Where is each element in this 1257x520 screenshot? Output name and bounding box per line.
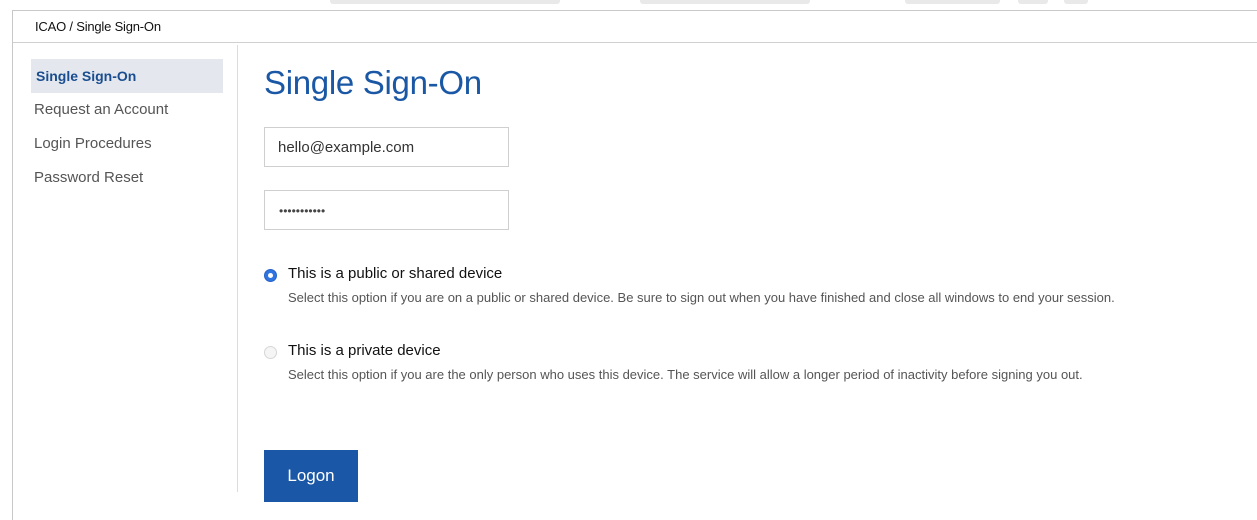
public-device-label[interactable]: This is a public or shared device xyxy=(288,265,502,282)
cropped-header-remnant xyxy=(640,0,810,4)
password-field[interactable]: ••••••••••• xyxy=(264,190,509,230)
cropped-header-remnant xyxy=(905,0,1000,4)
public-device-description: Select this option if you are on a publi… xyxy=(288,290,1115,305)
breadcrumb-bar: ICAO / Single Sign-On xyxy=(13,11,1257,43)
sidebar-divider xyxy=(237,45,238,492)
sidebar-item-request-an-account[interactable]: Request an Account xyxy=(31,93,223,127)
sidebar-item-label: Single Sign-On xyxy=(36,68,137,84)
email-field[interactable] xyxy=(264,127,509,167)
cropped-header-remnant xyxy=(1018,0,1048,4)
private-device-label[interactable]: This is a private device xyxy=(288,342,441,359)
page: ICAO / Single Sign-On Single Sign-On Req… xyxy=(0,0,1257,520)
public-device-radio[interactable] xyxy=(264,269,277,282)
private-device-radio[interactable] xyxy=(264,346,277,359)
sidebar-item-single-sign-on[interactable]: Single Sign-On xyxy=(31,59,223,93)
sidebar-item-password-reset[interactable]: Password Reset xyxy=(31,161,223,195)
password-masked-value: ••••••••••• xyxy=(279,204,326,218)
breadcrumb: ICAO / Single Sign-On xyxy=(35,19,161,34)
page-frame: ICAO / Single Sign-On Single Sign-On Req… xyxy=(12,10,1257,520)
cropped-header-remnant xyxy=(330,0,560,4)
cropped-header-remnant xyxy=(1064,0,1088,4)
sidebar-item-login-procedures[interactable]: Login Procedures xyxy=(31,127,223,161)
sidebar-item-label: Login Procedures xyxy=(34,135,152,152)
sidebar-item-label: Request an Account xyxy=(34,101,169,118)
logon-button[interactable]: Logon xyxy=(264,450,358,502)
private-device-description: Select this option if you are the only p… xyxy=(288,367,1083,382)
page-title: Single Sign-On xyxy=(264,64,482,101)
sidebar-nav: Single Sign-On Request an Account Login … xyxy=(31,59,223,195)
sidebar-item-label: Password Reset xyxy=(34,169,144,186)
